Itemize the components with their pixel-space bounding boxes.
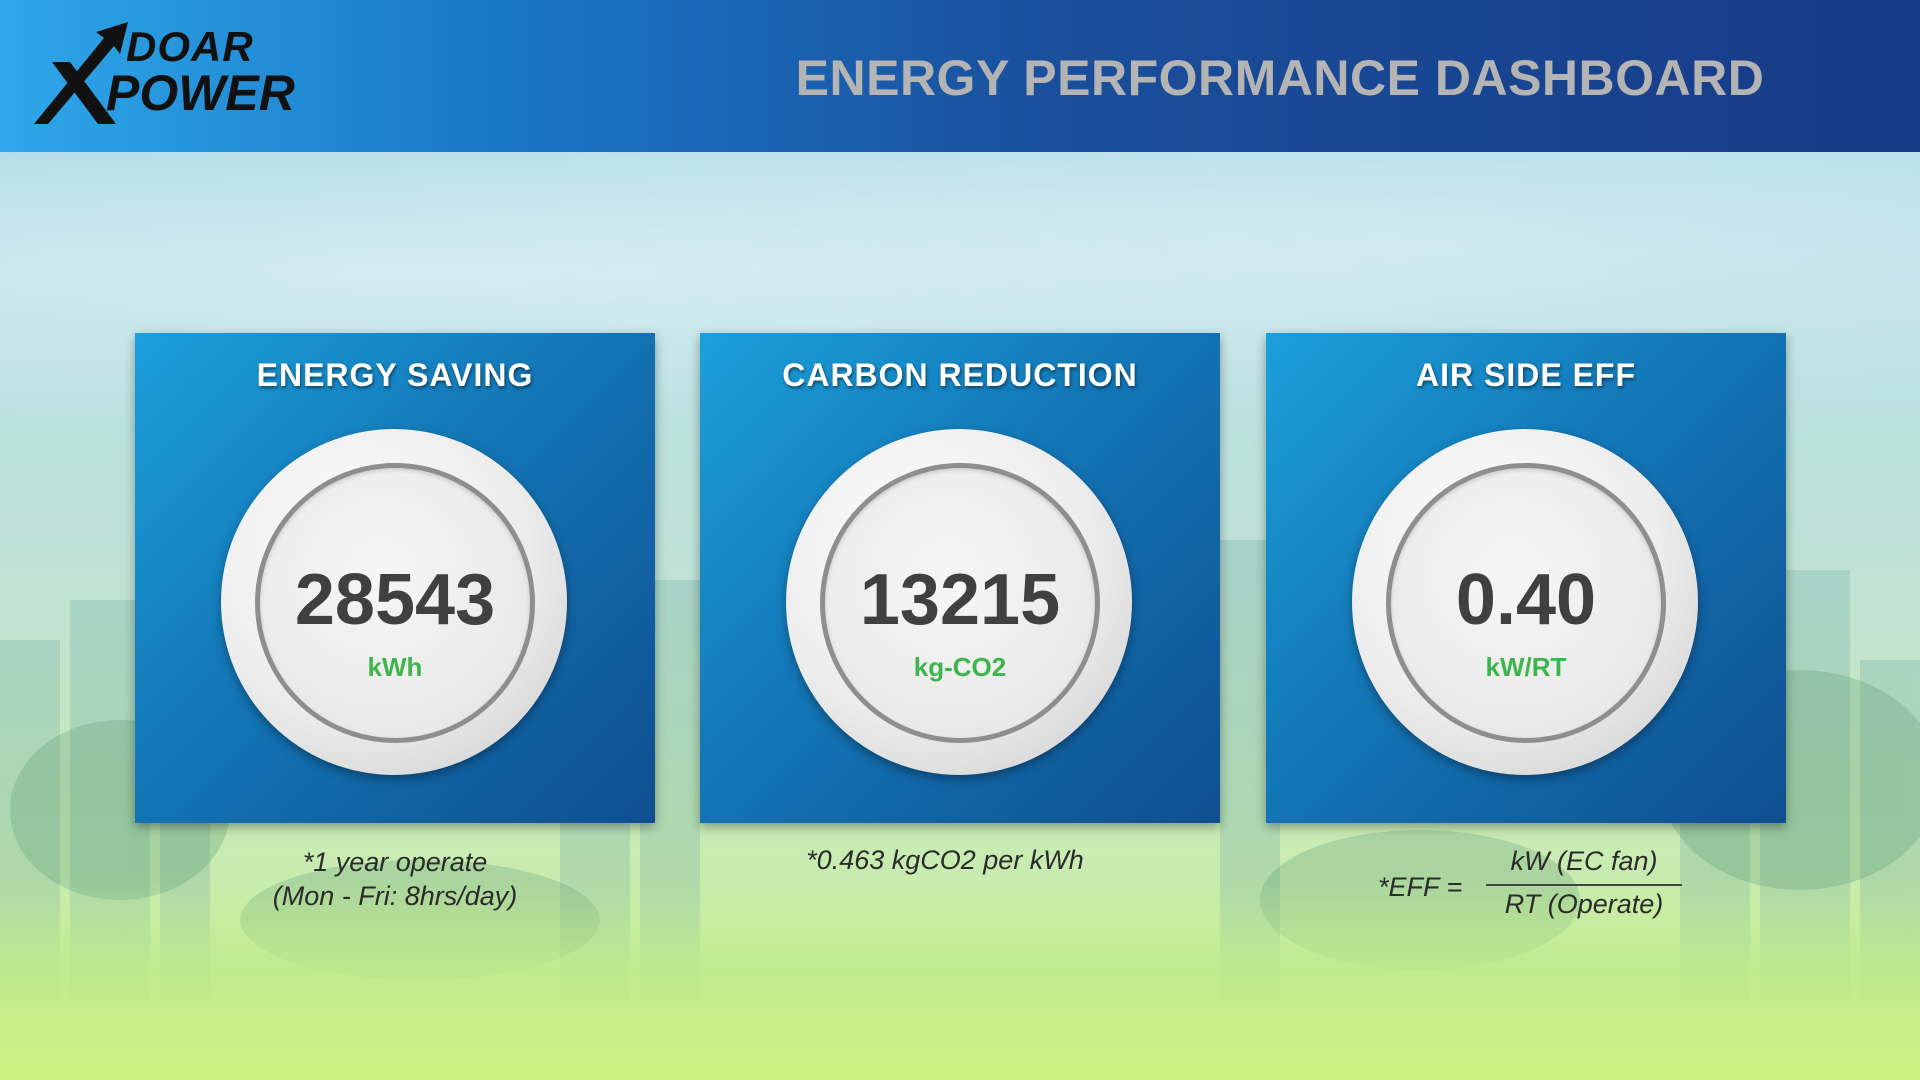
carbon-reduction-note: *0.463 kgCO2 per kWh [740,844,1150,878]
eff-formula: *EFF = kW (EC fan) RT (Operate) [1378,846,1688,926]
note-line: (Mon - Fri: 8hrs/day) [272,880,518,911]
card-title: CARBON REDUCTION [782,357,1138,393]
gauge-dial: 13215 kg-CO2 [786,429,1132,775]
carbon-reduction-card: CARBON REDUCTION 13215 kg-CO2 [700,333,1220,823]
header-bar: DOAR POWER ENERGY PERFORMANCE DASHBOARD [0,0,1920,152]
fraction-bar [1486,884,1682,886]
page-title: ENERGY PERFORMANCE DASHBOARD [795,50,1765,106]
air-side-eff-card: AIR SIDE EFF 0.40 kW/RT [1266,333,1786,823]
formula-denominator: RT (Operate) [1504,889,1664,919]
formula-numerator: kW (EC fan) [1510,846,1658,876]
gauge-unit: kg-CO2 [913,652,1007,682]
gauge-value: 28543 [294,560,496,640]
note-line: *1 year operate [302,847,488,877]
gauge-dial: 0.40 kW/RT [1352,429,1698,775]
logo-text-top: DOAR [126,23,254,70]
gauge-ring: 28543 kWh [255,463,535,743]
gauge-dial: 28543 kWh [221,429,567,775]
note-line: *0.463 kgCO2 per kWh [806,845,1084,875]
card-title: AIR SIDE EFF [1415,357,1636,393]
gauge-unit: kW/RT [1485,652,1567,682]
formula-label: *EFF = [1378,872,1463,902]
energy-saving-card: ENERGY SAVING 28543 kWh [135,333,655,823]
gauge-value: 13215 [859,560,1061,640]
gauge-ring: 0.40 kW/RT [1386,463,1666,743]
gauge-ring: 13215 kg-CO2 [820,463,1100,743]
energy-saving-note: *1 year operate (Mon - Fri: 8hrs/day) [195,846,595,914]
logo-text-bottom: POWER [106,65,295,121]
card-title: ENERGY SAVING [256,357,534,393]
gauge-unit: kWh [367,652,423,682]
brand-logo: DOAR POWER [30,18,295,130]
gauge-value: 0.40 [1455,560,1597,640]
